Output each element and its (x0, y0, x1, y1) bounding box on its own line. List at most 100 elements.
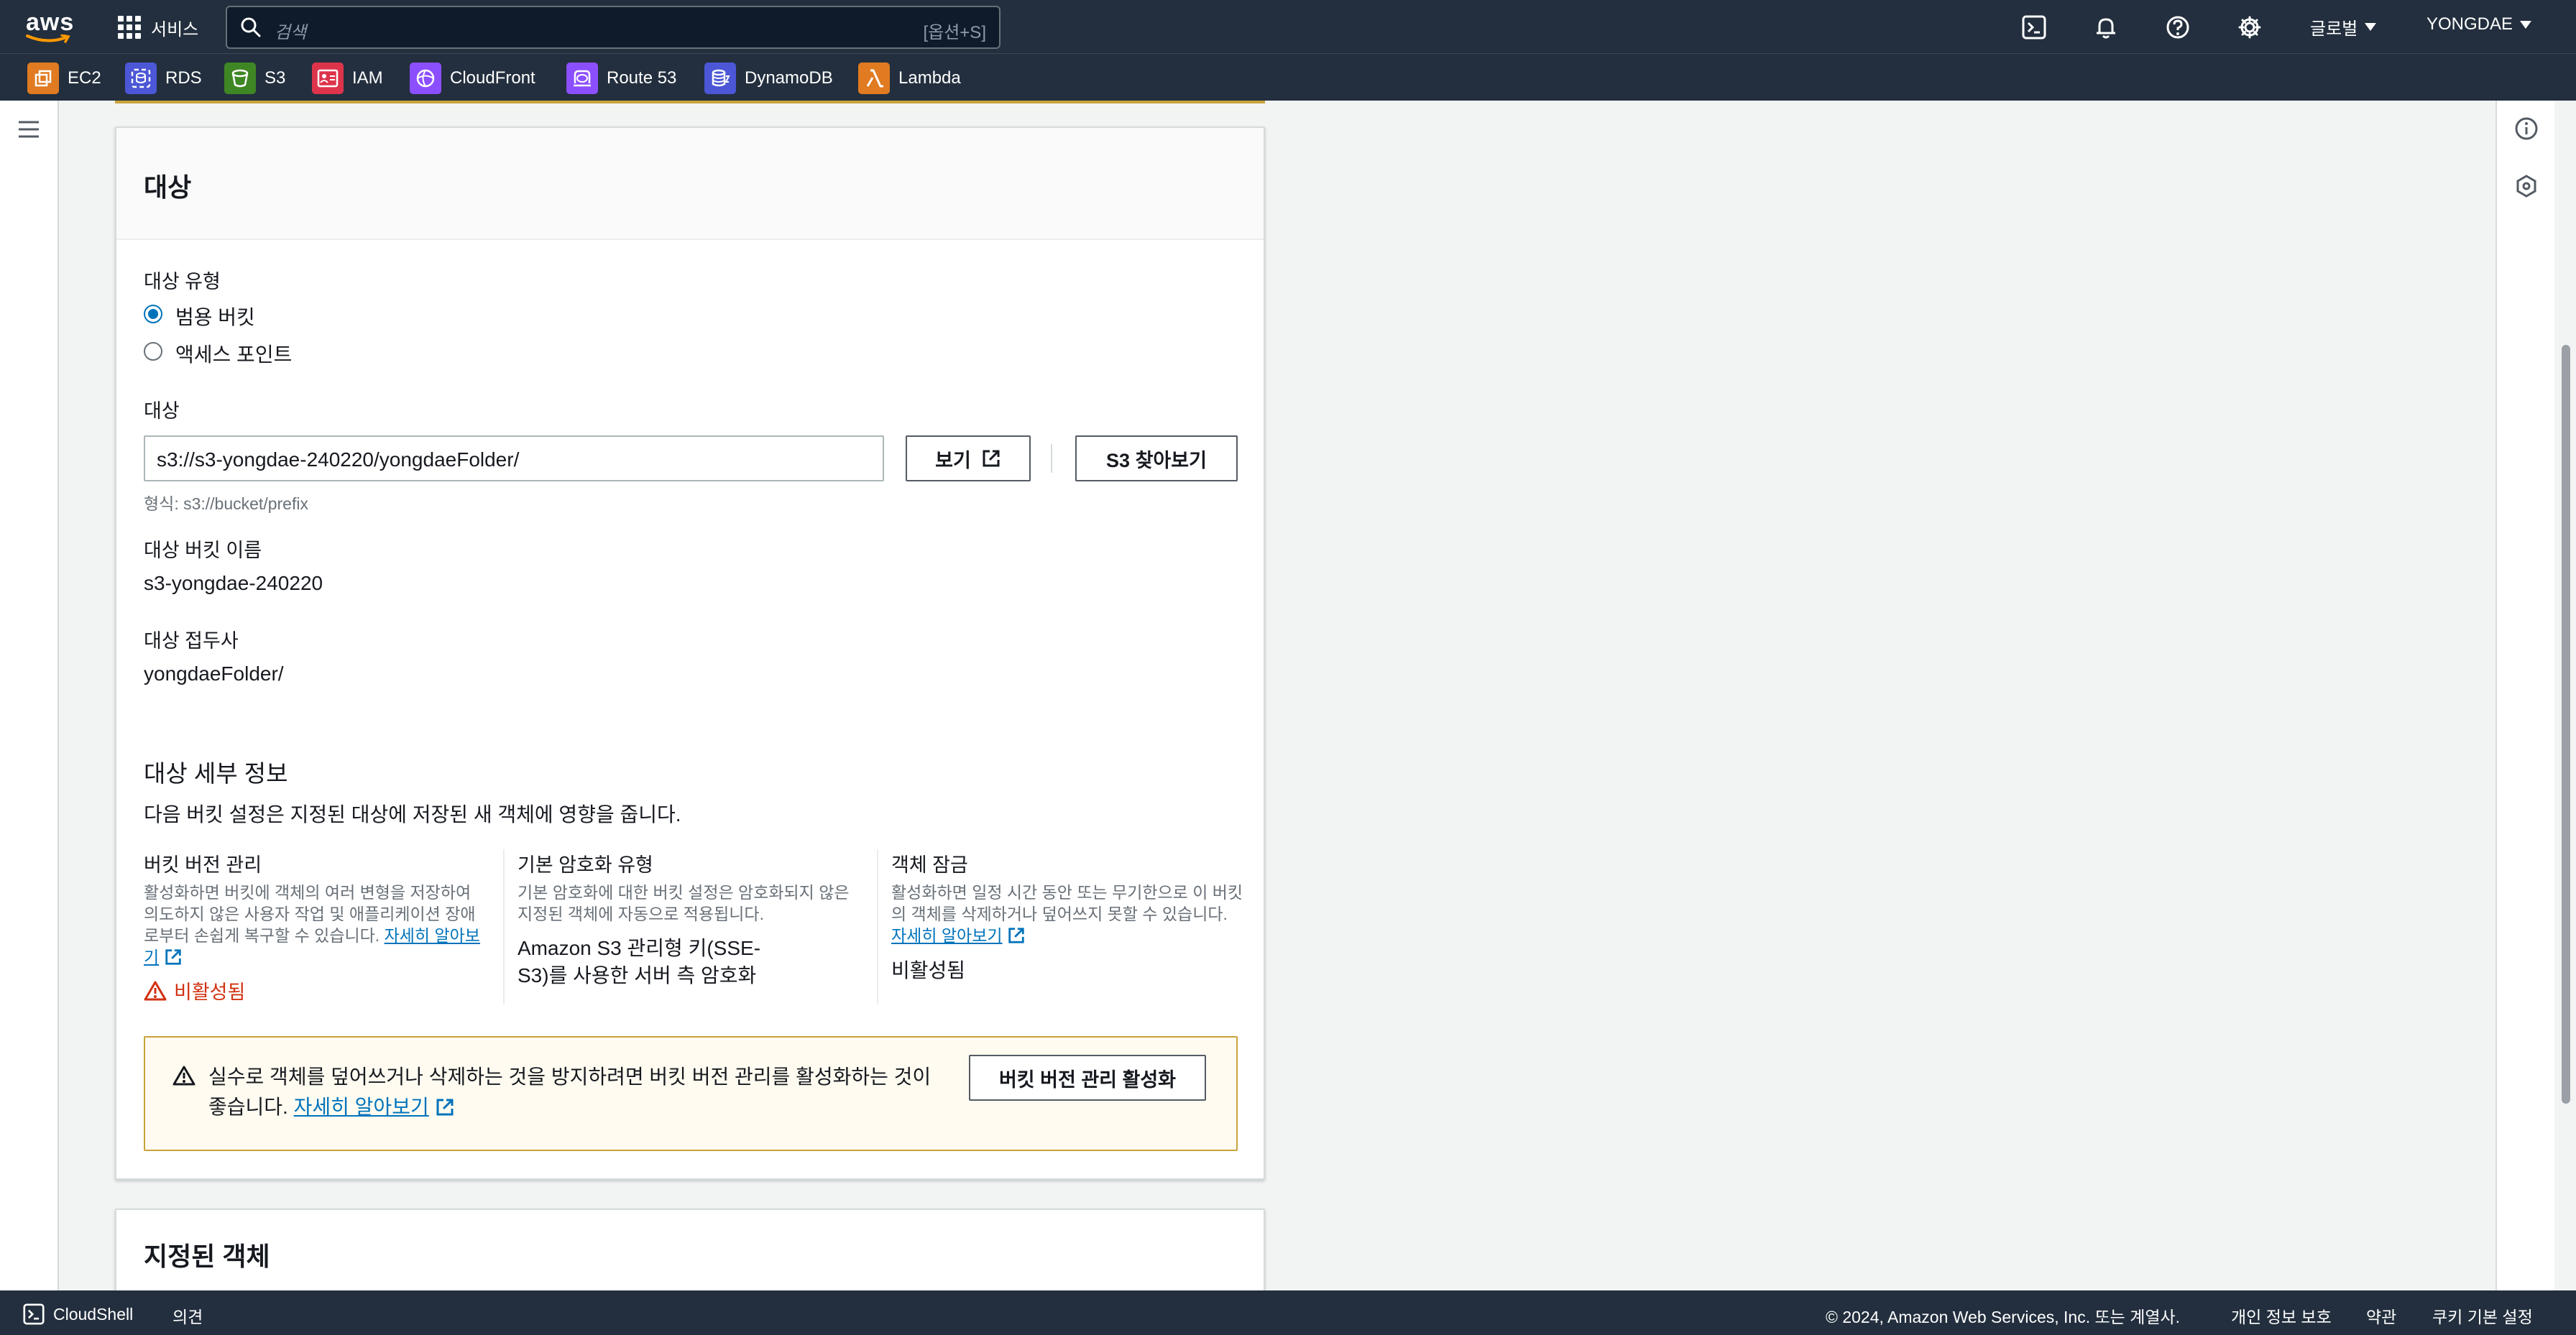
specified-objects-title: 지정된 객체 (144, 1242, 270, 1271)
view-button[interactable]: 보기 (906, 435, 1031, 481)
help-button[interactable] (2163, 13, 2192, 42)
scrollbar-thumb[interactable] (2562, 345, 2570, 1104)
format-hint: 형식: s3://bucket/prefix (144, 494, 308, 513)
view-button-label: 보기 (935, 449, 971, 471)
cloudshell-label: CloudShell (53, 1304, 134, 1324)
object-lock-desc-text: 활성화하면 일정 시간 동안 또는 무기한으로 이 버킷의 객체를 삭제하거나 … (891, 883, 1243, 923)
route53-icon (566, 63, 598, 94)
versioning-warning-alert: 실수로 객체를 덮어쓰거나 삭제하는 것을 방지하려면 버킷 버전 관리를 활성… (144, 1036, 1238, 1151)
region-label: 글로벌 (2310, 19, 2358, 39)
browse-s3-button[interactable]: S3 찾아보기 (1075, 435, 1238, 481)
warning-icon (144, 981, 167, 1000)
terminal-icon (2022, 15, 2046, 40)
right-rail (2496, 101, 2554, 1290)
aws-smile-icon (26, 34, 70, 43)
destination-type-label: 대상 유형 (144, 271, 221, 292)
versioning-description: 활성화하면 버킷에 객체의 여러 변형을 저장하여 의도하지 않은 사용자 작업… (144, 882, 489, 968)
footer: CloudShell 의견 © 2024, Amazon Web Service… (0, 1290, 2576, 1335)
destination-title: 대상 (144, 172, 192, 202)
radio-general-bucket[interactable]: 범용 버킷 (144, 302, 431, 328)
favorite-label: Route 53 (607, 68, 677, 88)
favorite-label: Lambda (898, 68, 961, 88)
aws-logo-text: aws (26, 9, 75, 36)
favorite-route53[interactable]: Route 53 (566, 63, 676, 94)
lambda-icon (858, 63, 890, 94)
encryption-description: 기본 암호화에 대한 버킷 설정은 암호화되지 않은 지정된 객체에 자동으로 … (518, 883, 850, 923)
prefix-value: yongdaeFolder/ (144, 662, 284, 685)
privacy-link[interactable]: 개인 정보 보호 (2231, 1303, 2332, 1328)
alert-learn-more-link[interactable]: 자세히 알아보기 (294, 1096, 429, 1118)
enable-versioning-button[interactable]: 버킷 버전 관리 활성화 (969, 1055, 1206, 1101)
object-lock-status: 비활성됨 (891, 959, 966, 981)
account-menu[interactable]: YONGDAE (2426, 14, 2532, 34)
favorite-dynamodb[interactable]: DynamoDB (704, 63, 833, 94)
gear-icon (2238, 16, 2261, 39)
specified-objects-panel: 지정된 객체 (115, 1209, 1265, 1302)
prefix-label: 대상 접두사 (144, 630, 239, 652)
details-description: 다음 버킷 설정은 지정된 대상에 저장된 새 객체에 영향을 줍니다. (144, 803, 681, 826)
region-selector[interactable]: 글로벌 (2310, 14, 2377, 40)
favorites-bar: EC2 RDS S3 IAM CloudFront Route 53 Dynam… (0, 53, 2576, 101)
bucket-name-label: 대상 버킷 이름 (144, 540, 262, 561)
hexagon-icon[interactable] (2514, 174, 2539, 198)
favorite-lambda[interactable]: Lambda (858, 63, 961, 94)
ec2-icon (27, 63, 59, 94)
favorite-label: S3 (264, 68, 286, 88)
user-label: YONGDAE (2426, 14, 2513, 34)
external-link-icon (165, 949, 181, 965)
feedback-link[interactable]: 의견 (172, 1303, 203, 1328)
iam-icon (312, 63, 344, 94)
object-lock-learn-more-link[interactable]: 자세히 알아보기 (891, 926, 1003, 945)
services-grid-icon (118, 16, 141, 39)
object-lock-title: 객체 잠금 (891, 854, 968, 876)
cloudshell-button[interactable]: CloudShell (23, 1303, 133, 1325)
caret-down-icon (2520, 20, 2532, 29)
radio-label: 액세스 포인트 (175, 343, 293, 366)
search-input[interactable]: 검색 [옵션+S] (226, 6, 1000, 49)
destination-input[interactable]: s3://s3-yongdae-240220/yongdaeFolder/ (144, 435, 884, 481)
radio-label: 범용 버킷 (175, 306, 255, 328)
object-lock-description: 활성화하면 일정 시간 동안 또는 무기한으로 이 버킷의 객체를 삭제하거나 … (891, 882, 1243, 946)
page-scrollbar[interactable] (2556, 101, 2576, 1290)
warning-icon (172, 1066, 196, 1086)
search-icon (241, 17, 261, 37)
search-placeholder: 검색 (275, 23, 307, 42)
versioning-title: 버킷 버전 관리 (144, 854, 262, 876)
terminal-icon (23, 1303, 45, 1325)
notifications-button[interactable] (2092, 13, 2120, 42)
left-rail (0, 101, 59, 1290)
details-title: 대상 세부 정보 (144, 760, 288, 787)
radio-access-point[interactable]: 액세스 포인트 (144, 339, 431, 366)
favorite-s3[interactable]: S3 (224, 63, 285, 94)
radio-button[interactable] (144, 342, 162, 361)
favorite-iam[interactable]: IAM (312, 63, 383, 94)
bucket-name-value: s3-yongdae-240220 (144, 572, 323, 594)
object-lock-column: 객체 잠금 활성화하면 일정 시간 동안 또는 무기한으로 이 버킷의 객체를 … (891, 849, 1243, 984)
versioning-status: 비활성됨 (144, 976, 489, 1004)
column-divider (877, 849, 878, 1004)
info-icon[interactable] (2514, 116, 2539, 141)
dynamodb-icon (704, 63, 736, 94)
destination-panel-header: 대상 (116, 128, 1264, 240)
cloudfront-icon (410, 63, 441, 94)
cookie-preferences-link[interactable]: 쿠키 기본 설정 (2432, 1303, 2533, 1328)
terms-link[interactable]: 약관 (2366, 1303, 2396, 1328)
favorite-rds[interactable]: RDS (125, 63, 202, 94)
destination-panel: 대상 대상 유형 범용 버킷 액세스 포인트 대상 s3://s3-yongda… (115, 126, 1265, 1180)
external-link-icon (436, 1099, 453, 1116)
destination-label: 대상 (144, 400, 180, 422)
favorite-label: DynamoDB (745, 68, 833, 88)
radio-button-selected[interactable] (144, 305, 162, 323)
services-menu[interactable]: 서비스 (118, 13, 198, 42)
encryption-value: Amazon S3 관리형 키(SSE-S3)를 사용한 서버 측 암호화 (518, 937, 761, 987)
caret-down-icon (2365, 23, 2377, 31)
aws-logo[interactable]: aws (26, 10, 73, 43)
cloudshell-nav-button[interactable] (2020, 13, 2048, 42)
external-link-icon (983, 450, 1000, 467)
favorite-ec2[interactable]: EC2 (27, 63, 101, 94)
encryption-title: 기본 암호화 유형 (518, 854, 653, 876)
hamburger-menu-icon[interactable] (17, 119, 40, 139)
favorite-cloudfront[interactable]: CloudFront (410, 63, 535, 94)
settings-button[interactable] (2235, 13, 2264, 42)
bell-icon (2097, 18, 2115, 39)
